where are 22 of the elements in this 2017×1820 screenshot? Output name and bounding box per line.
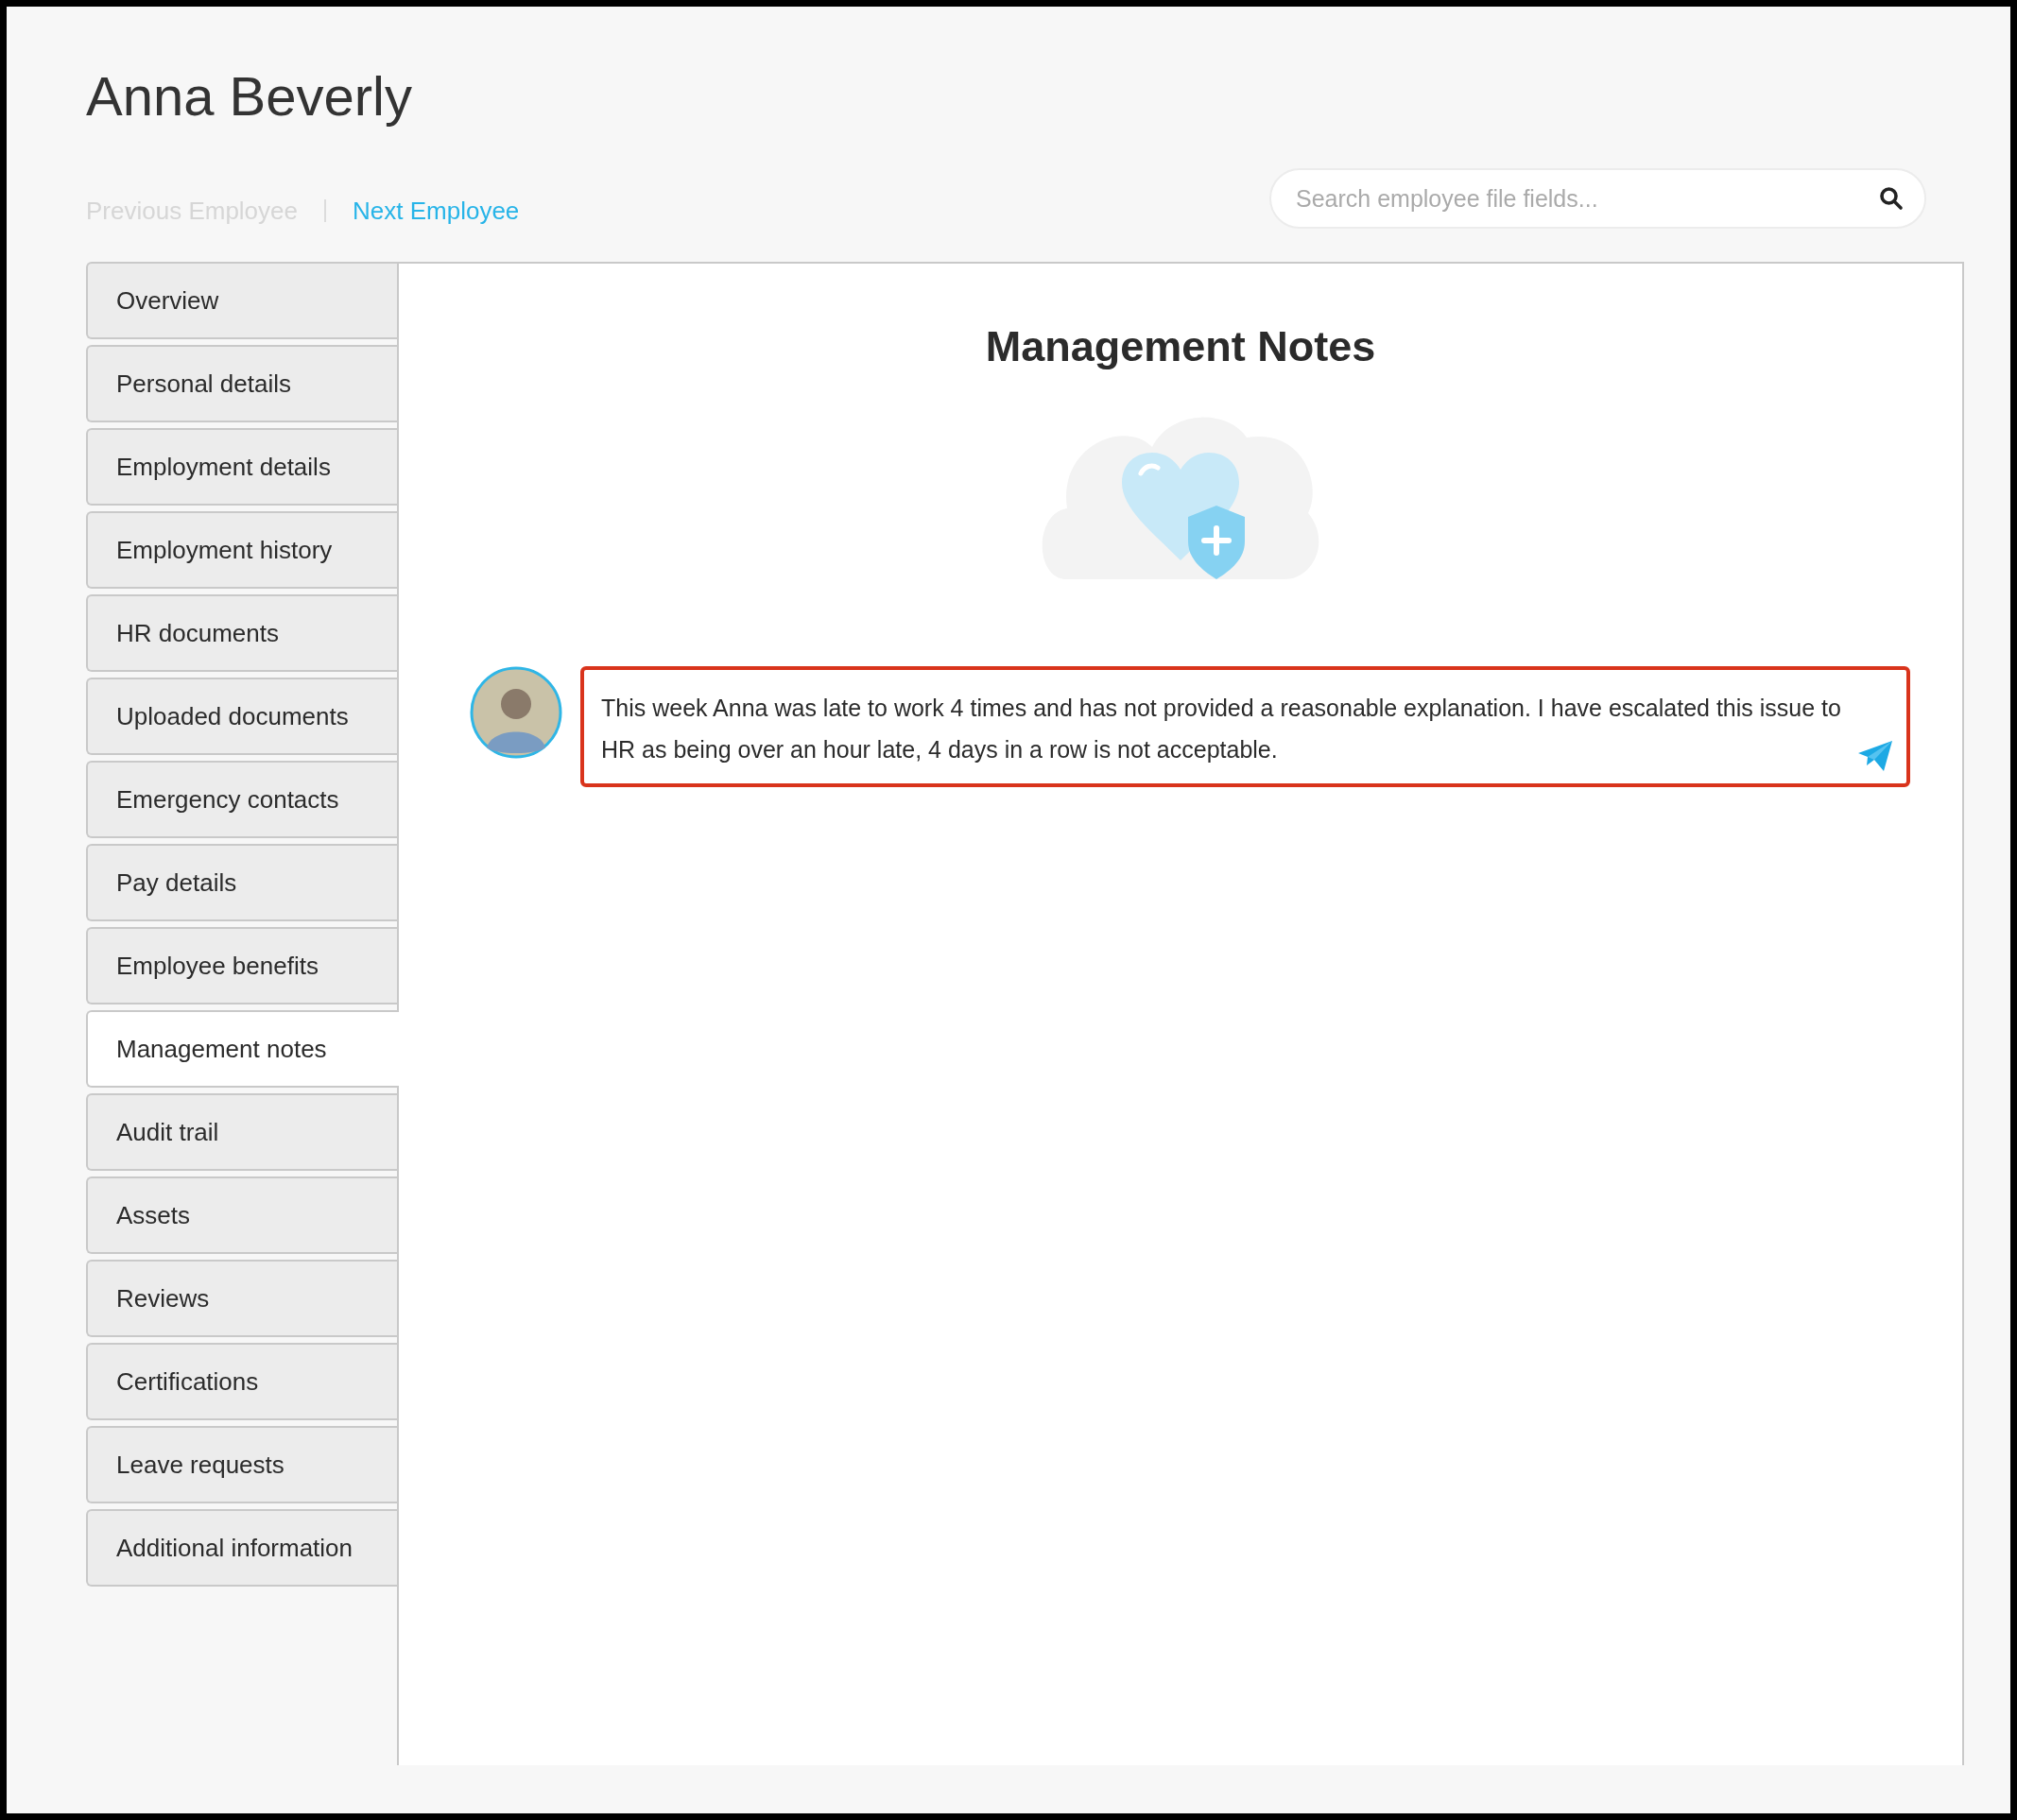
- search-field[interactable]: Search employee file fields...: [1269, 168, 1926, 229]
- sidebar-tab[interactable]: Assets: [86, 1176, 397, 1254]
- search-icon[interactable]: [1879, 186, 1904, 211]
- sidebar-tab[interactable]: Pay details: [86, 844, 397, 921]
- sidebar-tab[interactable]: Employment history: [86, 511, 397, 589]
- sidebar-tab[interactable]: Personal details: [86, 345, 397, 422]
- send-icon[interactable]: [1857, 740, 1893, 772]
- note-input-field[interactable]: This week Anna was late to work 4 times and has not provided a reasonable explanation. I have escalated this issue to HR as being over an hour late, 4 days in a row is not acceptable.: [580, 666, 1910, 787]
- sidebar-tab[interactable]: Audit trail: [86, 1093, 397, 1171]
- section-title: Management Notes: [985, 322, 1376, 371]
- sidebar-tab[interactable]: Additional information: [86, 1509, 397, 1587]
- sidebar-tab[interactable]: Uploaded documents: [86, 678, 397, 755]
- sidebar-tab[interactable]: Certifications: [86, 1343, 397, 1420]
- sidebar-tab[interactable]: Reviews: [86, 1260, 397, 1337]
- sidebar-tab[interactable]: Employee benefits: [86, 927, 397, 1004]
- sidebar-tab[interactable]: Management notes: [86, 1010, 399, 1088]
- sidebar-tab[interactable]: Employment details: [86, 428, 397, 506]
- sidebar-tab[interactable]: HR documents: [86, 594, 397, 672]
- sidebar-tab[interactable]: Leave requests: [86, 1426, 397, 1503]
- employee-name: Anna Beverly: [86, 64, 413, 129]
- sidebar-tab[interactable]: Overview: [86, 262, 397, 339]
- sidebar-tab[interactable]: Emergency contacts: [86, 761, 397, 838]
